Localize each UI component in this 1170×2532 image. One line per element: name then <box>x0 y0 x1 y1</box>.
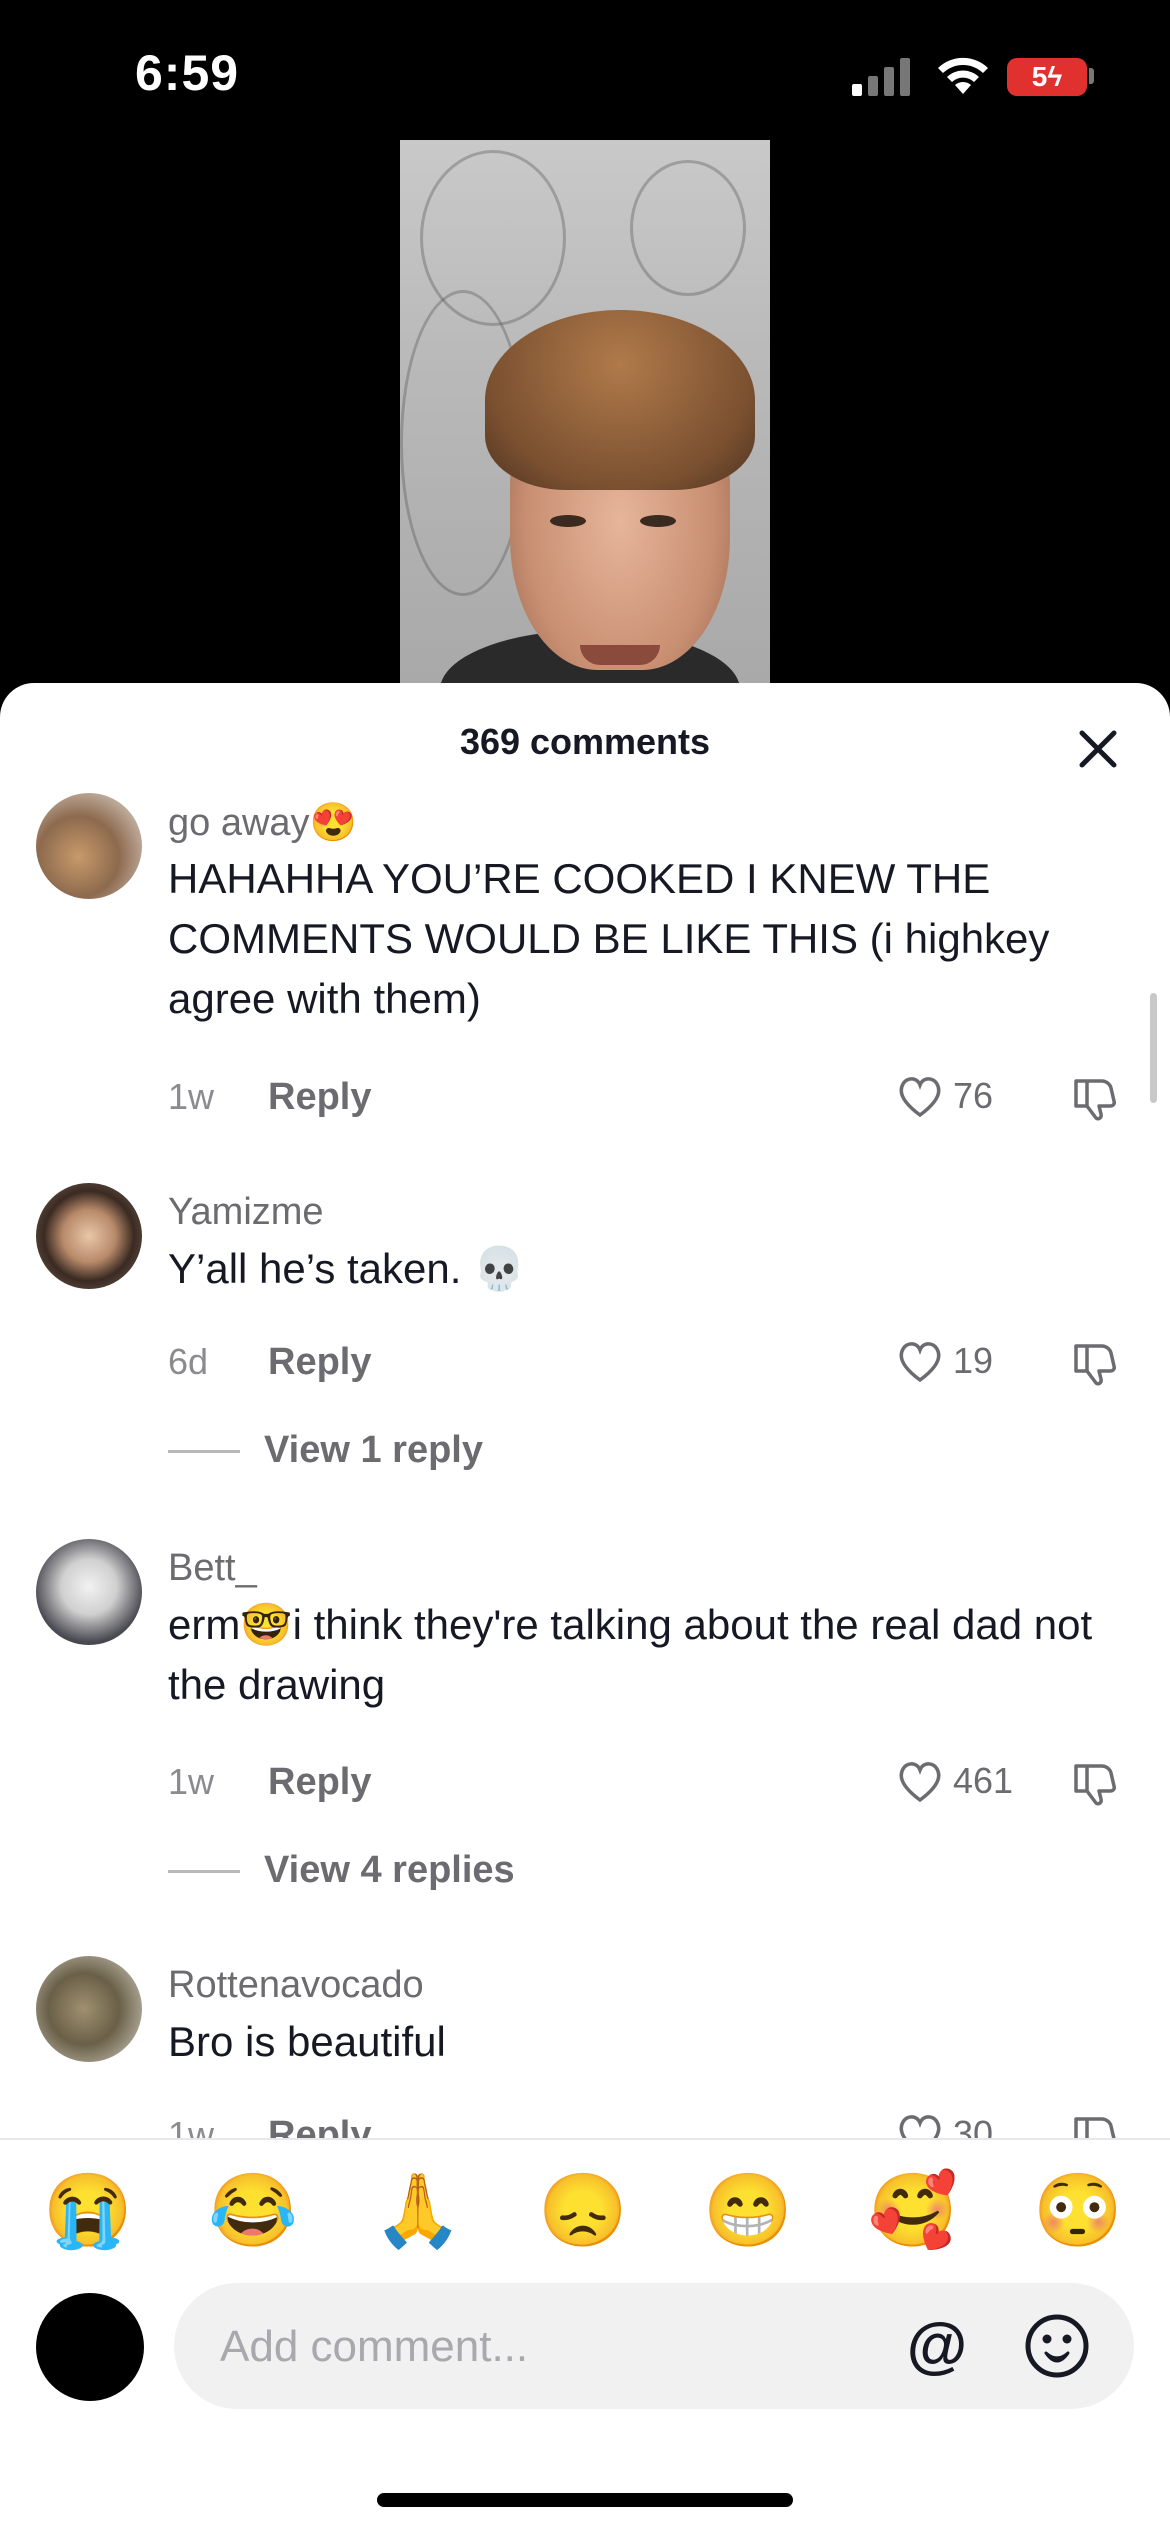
comment-meta: 1w Reply <box>168 2114 371 2138</box>
status-time: 6:59 <box>135 45 240 101</box>
reply-button[interactable]: Reply <box>268 1341 371 1384</box>
emoji-picker-icon[interactable] <box>1024 2313 1090 2379</box>
comment-input[interactable] <box>218 2283 842 2411</box>
avatar[interactable] <box>36 793 142 899</box>
view-replies-button[interactable]: View 4 replies <box>168 1849 515 1892</box>
heart-icon <box>899 1342 941 1383</box>
comment-text: Bro is beautiful <box>168 2018 446 2065</box>
like-button[interactable]: 19 <box>895 1336 1015 1386</box>
dislike-icon[interactable] <box>1070 1073 1120 1123</box>
emoji-flushed[interactable]: 😳 <box>1033 2166 1123 2256</box>
mention-button[interactable]: @ <box>904 2313 970 2379</box>
comment-meta: 1w Reply <box>168 1076 371 1118</box>
comment-age: 1w <box>168 1076 215 1117</box>
reply-button[interactable]: Reply <box>268 2114 371 2138</box>
comment-username[interactable]: Rottenavocado <box>168 1964 424 2007</box>
dislike-icon[interactable] <box>1070 2111 1120 2138</box>
sketch-detail <box>630 160 746 296</box>
emoji-folded-hands[interactable]: 🙏 <box>373 2166 463 2256</box>
comments-list: go away😍 HAHAHHA YOU’RE COOKED I KNEW TH… <box>0 793 1170 2138</box>
heart-eyes-emoji: 😍 <box>309 802 357 844</box>
like-count: 19 <box>953 1340 994 1381</box>
emoji-grinning[interactable]: 😁 <box>703 2166 793 2256</box>
home-indicator[interactable] <box>377 2493 793 2507</box>
comment-input-container[interactable]: @ <box>174 2283 1134 2411</box>
emoji-tears-of-joy[interactable]: 😂 <box>208 2166 298 2256</box>
comments-sheet: 369 comments go away😍 HAHAHHA YOU’RE COO… <box>0 683 1170 2532</box>
comment-username[interactable]: Bett_ <box>168 1547 257 1590</box>
emoji-smiling-hearts[interactable]: 🥰 <box>868 2166 958 2256</box>
dislike-icon[interactable] <box>1070 1338 1120 1388</box>
divider <box>168 1450 240 1454</box>
like-button[interactable]: 461 <box>895 1756 1015 1806</box>
heart-icon <box>899 1077 941 1118</box>
comment-age: 1w <box>168 1761 215 1802</box>
like-button[interactable]: 30 <box>895 2109 1015 2138</box>
my-avatar[interactable] <box>36 2293 144 2401</box>
avatar[interactable] <box>36 1956 142 2062</box>
wifi-icon <box>938 57 988 94</box>
person-eye <box>640 515 676 527</box>
video-preview[interactable] <box>400 140 770 700</box>
comment-meta: 1w Reply <box>168 1761 371 1803</box>
person-hair <box>485 310 755 490</box>
like-button[interactable]: 76 <box>895 1071 1015 1121</box>
like-count: 76 <box>953 1075 994 1116</box>
charging-bolt-icon: ϟ <box>1047 61 1063 92</box>
quick-emoji-bar: 😭 😂 🙏 😞 😁 🥰 😳 <box>0 2138 1170 2260</box>
reply-button[interactable]: Reply <box>268 1076 371 1119</box>
close-icon[interactable] <box>1070 721 1126 777</box>
avatar[interactable] <box>36 1539 142 1645</box>
view-replies-label: View 1 reply <box>264 1429 483 1471</box>
heart-icon <box>899 1762 941 1803</box>
heart-icon <box>899 2115 941 2138</box>
view-replies-button[interactable]: View 1 reply <box>168 1429 483 1472</box>
emoji-disappointed[interactable]: 😞 <box>538 2166 628 2256</box>
person-eye <box>550 515 586 527</box>
comment-age: 1w <box>168 2114 215 2138</box>
person-mouth <box>580 645 660 665</box>
divider <box>168 1870 240 1874</box>
comment-username[interactable]: go away😍 <box>168 801 357 845</box>
reply-button[interactable]: Reply <box>268 1761 371 1804</box>
like-count: 461 <box>953 1760 1014 1801</box>
comment-text: HAHAHHA YOU’RE COOKED I KNEW THE COMMENT… <box>168 855 1050 1022</box>
cellular-signal-icon <box>852 58 910 96</box>
comments-count-title: 369 comments <box>459 721 711 762</box>
dislike-icon[interactable] <box>1070 1758 1120 1808</box>
comment-username-text: go away <box>168 802 310 844</box>
comment-username[interactable]: Yamizme <box>168 1191 324 1234</box>
avatar[interactable] <box>36 1183 142 1289</box>
battery-cap <box>1089 68 1094 84</box>
like-count: 30 <box>953 2113 994 2138</box>
comment-composer: @ <box>0 2283 1170 2423</box>
comment-text: erm🤓i think they're talking about the re… <box>168 1601 1093 1708</box>
view-replies-label: View 4 replies <box>264 1849 515 1891</box>
emoji-loudly-crying[interactable]: 😭 <box>43 2166 133 2256</box>
comment-meta: 6d Reply <box>168 1341 371 1383</box>
battery-level: 5 <box>1031 61 1048 92</box>
battery-indicator: 5ϟ <box>1007 58 1087 96</box>
comment-age: 6d <box>168 1341 209 1382</box>
comment-text: Y’all he’s taken. 💀 <box>168 1245 526 1292</box>
status-bar: 6:59 5ϟ <box>0 0 1170 140</box>
